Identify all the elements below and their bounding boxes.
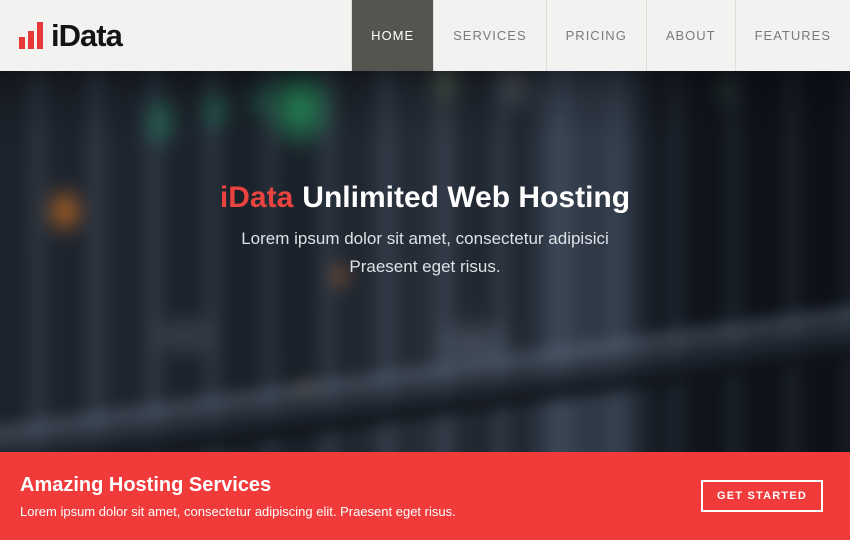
get-started-button[interactable]: GET STARTED [701,480,823,512]
cta-text: Amazing Hosting Services Lorem ipsum dol… [20,474,456,519]
logo[interactable]: iData [0,0,122,71]
nav-item-pricing[interactable]: PRICING [546,0,646,71]
hero-title: iData Unlimited Web Hosting [0,181,850,215]
nav-item-services[interactable]: SERVICES [433,0,546,71]
nav-item-about[interactable]: ABOUT [646,0,735,71]
nav-item-features[interactable]: FEATURES [735,0,850,71]
hero-title-highlight: iData [220,181,293,214]
cta-bar: Amazing Hosting Services Lorem ipsum dol… [0,452,850,540]
hero-section: iData Unlimited Web Hosting Lorem ipsum d… [0,71,850,452]
hero-title-rest: Unlimited Web Hosting [302,181,630,214]
site-header: iData HOME SERVICES PRICING ABOUT FEATUR… [0,0,850,71]
landing-page: iData HOME SERVICES PRICING ABOUT FEATUR… [0,0,850,540]
hero-subtitle-line1: Lorem ipsum dolor sit amet, consectetur … [241,229,609,248]
nav-item-home[interactable]: HOME [351,0,433,71]
logo-text: iData [51,18,122,54]
hero-content: iData Unlimited Web Hosting Lorem ipsum d… [0,71,850,281]
cta-heading: Amazing Hosting Services [20,474,456,497]
hero-subtitle: Lorem ipsum dolor sit amet, consectetur … [0,225,850,281]
bar-chart-icon [19,22,43,49]
hero-subtitle-line2: Praesent eget risus. [349,257,500,276]
main-nav: HOME SERVICES PRICING ABOUT FEATURES [351,0,850,71]
cta-subtext: Lorem ipsum dolor sit amet, consectetur … [20,504,456,519]
